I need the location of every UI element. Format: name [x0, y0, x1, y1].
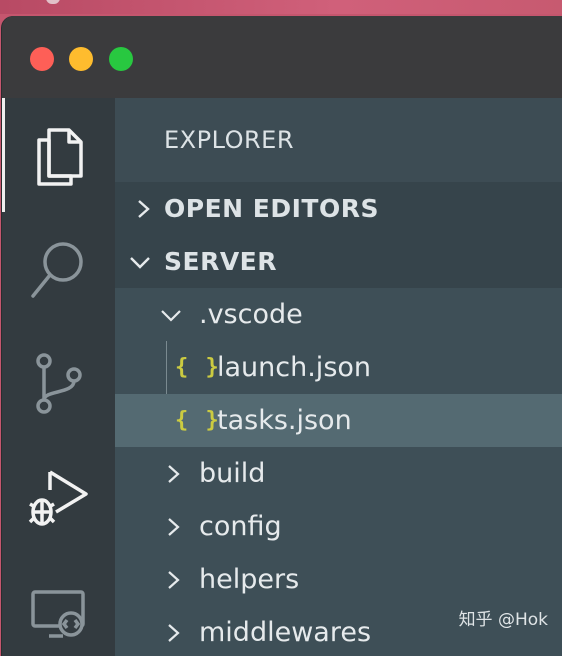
chevron-down-icon	[129, 252, 150, 272]
folder-config[interactable]: config	[115, 500, 562, 553]
folder-label: middlewares	[199, 617, 372, 648]
activity-explorer[interactable]	[2, 126, 115, 188]
desktop-icon	[46, 0, 60, 4]
chevron-right-icon	[133, 199, 153, 219]
desktop-background	[0, 0, 562, 14]
activity-search[interactable]	[2, 238, 115, 302]
remote-explorer-icon	[29, 586, 89, 644]
activity-run-debug[interactable]	[2, 468, 115, 530]
close-button[interactable]	[30, 47, 54, 71]
minimize-button[interactable]	[69, 47, 93, 71]
title-bar	[2, 16, 562, 98]
activity-remote-explorer[interactable]	[2, 586, 115, 644]
watermark: 知乎 @Hok	[458, 610, 548, 630]
source-control-icon	[34, 352, 84, 416]
chevron-down-icon	[160, 305, 181, 325]
file-label: launch.json	[217, 352, 372, 383]
folder-label: config	[199, 511, 282, 542]
file-label: tasks.json	[217, 405, 352, 436]
folder-build[interactable]: build	[115, 447, 562, 500]
explorer-title: EXPLORER	[115, 98, 562, 182]
files-icon	[31, 126, 87, 188]
chevron-right-icon	[163, 623, 183, 643]
vscode-window: EXPLORER OPEN EDITORS SERVER .vscode {}…	[2, 16, 562, 656]
section-server[interactable]: SERVER	[115, 235, 562, 288]
file-tree: .vscode { } launch.json { } tasks.json b…	[115, 288, 562, 656]
activity-source-control[interactable]	[2, 352, 115, 416]
search-icon	[29, 238, 89, 302]
chevron-right-icon	[163, 517, 183, 537]
folder-label: .vscode	[199, 299, 303, 330]
section-open-editors-label: OPEN EDITORS	[164, 194, 379, 223]
activity-bar	[2, 98, 115, 656]
chevron-right-icon	[163, 570, 183, 590]
folder-helpers[interactable]: helpers	[115, 553, 562, 606]
file-launch-json[interactable]: { } launch.json	[115, 341, 562, 394]
folder-label: helpers	[199, 564, 300, 595]
explorer-sidebar: EXPLORER OPEN EDITORS SERVER .vscode {}…	[115, 98, 562, 656]
section-open-editors[interactable]: OPEN EDITORS	[115, 182, 562, 235]
json-file-icon: { }	[175, 355, 221, 380]
folder-vscode[interactable]: .vscode	[115, 288, 562, 341]
run-debug-icon	[26, 468, 92, 530]
maximize-button[interactable]	[109, 47, 133, 71]
file-tasks-json[interactable]: { } tasks.json	[115, 394, 562, 447]
json-file-icon: { }	[175, 408, 221, 433]
folder-label: build	[199, 458, 266, 489]
section-server-label: SERVER	[164, 247, 278, 276]
chevron-right-icon	[163, 464, 183, 484]
